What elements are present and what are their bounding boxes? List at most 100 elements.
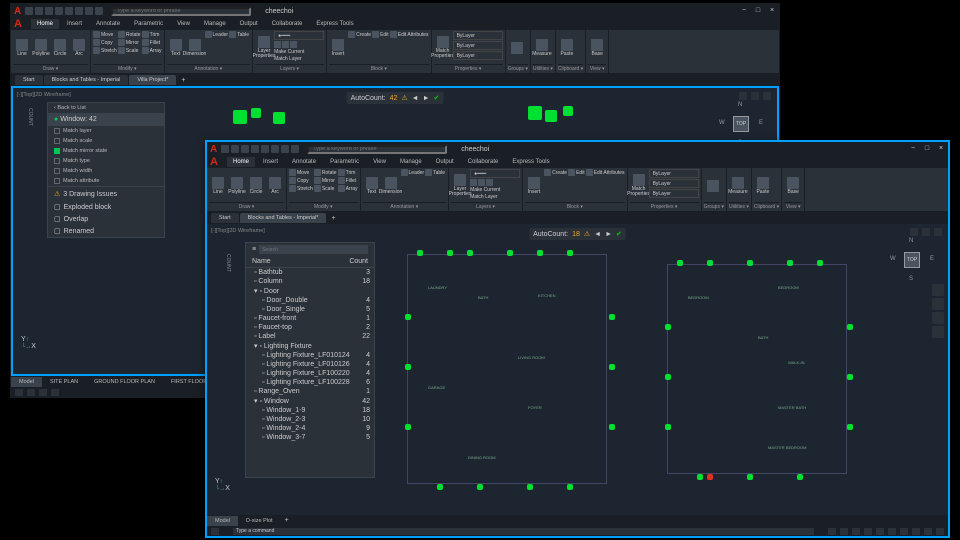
match-option[interactable]: Match type: [48, 156, 164, 166]
autocount-toolbar[interactable]: AutoCount: 18 ⚠ ◄ ► ✔: [529, 228, 626, 240]
tree-row[interactable]: ▫ Column18: [246, 277, 374, 286]
tool-table[interactable]: Table: [229, 31, 249, 38]
quick-access-toolbar[interactable]: [25, 7, 103, 15]
app-logo-icon[interactable]: A: [210, 156, 222, 168]
tool-edit attributes[interactable]: Edit Attributes: [390, 31, 429, 38]
panel-view[interactable]: View ▾: [588, 64, 606, 72]
tool-edit[interactable]: Edit: [568, 169, 585, 176]
prev-icon[interactable]: ◄: [594, 231, 601, 238]
match-option[interactable]: Match width: [48, 166, 164, 176]
statusbar[interactable]: Type a command: [207, 526, 948, 536]
tool-match properties[interactable]: Match Properties: [434, 31, 452, 64]
tree-row[interactable]: ▫ Lighting Fixture_LF1002286: [246, 378, 374, 387]
prev-icon[interactable]: ◄: [412, 95, 419, 102]
tree-row[interactable]: ▫ Faucet-front1: [246, 314, 374, 323]
panel-utilities[interactable]: Utilities ▾: [729, 202, 749, 210]
coord-icon[interactable]: [211, 528, 219, 535]
accept-icon[interactable]: ✔: [434, 94, 440, 102]
layout-model[interactable]: Model: [207, 516, 238, 526]
viewcube[interactable]: N S E W TOP: [894, 242, 930, 278]
panel-groups[interactable]: Groups ▾: [508, 64, 528, 72]
tool-group[interactable]: [704, 169, 722, 202]
issues-header[interactable]: ⚠3 Drawing Issues: [48, 186, 164, 201]
user-label[interactable]: cheechoi: [461, 146, 489, 153]
tool-create[interactable]: Create: [348, 31, 371, 38]
tool-measure[interactable]: Measure: [729, 169, 747, 202]
tool-circle[interactable]: Circle: [247, 169, 265, 202]
tool-move[interactable]: Move: [289, 169, 313, 176]
layout-tab[interactable]: SITE PLAN: [42, 377, 86, 387]
filter-icon[interactable]: ≡: [252, 246, 256, 253]
panel-clipboard[interactable]: Clipboard ▾: [558, 64, 583, 72]
tab-manage[interactable]: Manage: [394, 157, 428, 167]
tool-text[interactable]: Text: [167, 31, 185, 64]
tool-polyline[interactable]: Polyline: [32, 31, 50, 64]
panel-draw[interactable]: Draw ▾: [13, 64, 88, 72]
tool-layer properties[interactable]: Layer Properties: [255, 31, 273, 64]
panel-modify[interactable]: Modify ▾: [93, 64, 162, 72]
view-label[interactable]: [-][Top][2D Wireframe]: [17, 92, 71, 98]
tree-row[interactable]: ▫ Range_Oven1: [246, 387, 374, 396]
viewcube[interactable]: N S E W TOP: [723, 106, 759, 142]
warning-icon[interactable]: ⚠: [401, 94, 407, 102]
issue-row[interactable]: ▢Overlap: [48, 213, 164, 225]
layout-tab[interactable]: GROUND FLOOR PLAN: [86, 377, 163, 387]
panel-block[interactable]: Block ▾: [329, 64, 429, 72]
tool-table[interactable]: Table: [425, 169, 445, 176]
file-tabs[interactable]: Start Blocks and Tables - Imperial Villa…: [11, 74, 779, 86]
ucs-icon[interactable]: Y↑└→X: [215, 478, 230, 492]
back-to-list[interactable]: ‹ Back to List: [48, 103, 164, 113]
viewport-controls[interactable]: [739, 92, 771, 100]
tool-fillet[interactable]: Fillet: [338, 177, 358, 184]
user-label[interactable]: cheechoi: [265, 8, 293, 15]
tree-row[interactable]: ▾ ▫ Door: [246, 286, 374, 296]
tree-row[interactable]: ▫ Window_3-75: [246, 433, 374, 442]
tool-leader[interactable]: Leader: [205, 31, 229, 38]
tool-paste[interactable]: Paste: [558, 31, 576, 64]
add-tab-icon[interactable]: +: [181, 77, 185, 84]
tree-row[interactable]: ▫ Lighting Fixture_LF1002204: [246, 369, 374, 378]
tool-fillet[interactable]: Fillet: [142, 39, 162, 46]
tool-stretch[interactable]: Stretch: [93, 47, 117, 54]
tool-match properties[interactable]: Match Properties: [630, 169, 648, 202]
tab-view[interactable]: View: [171, 19, 196, 29]
match-option[interactable]: Match mirror state: [48, 146, 164, 156]
issue-row[interactable]: ▢Exploded block: [48, 201, 164, 213]
panel-annotation[interactable]: Annotation ▾: [363, 202, 447, 210]
ribbon-tabs[interactable]: Home Insert Annotate Parametric View Man…: [207, 156, 948, 168]
tool-stretch[interactable]: Stretch: [289, 185, 313, 192]
view-label[interactable]: [-][Top][2D Wireframe]: [211, 228, 265, 234]
bylayer-dropdown[interactable]: ByLayer: [453, 31, 503, 40]
tab-output[interactable]: Output: [430, 157, 460, 167]
file-tabs[interactable]: Start Blocks and Tables - Imperial* +: [207, 212, 948, 224]
viewport-controls[interactable]: [910, 228, 942, 236]
tool-paste[interactable]: Paste: [754, 169, 772, 202]
drawing-viewport[interactable]: [-][Top][2D Wireframe] AutoCount: 18 ⚠ ◄…: [207, 224, 948, 516]
nav-bar[interactable]: [932, 284, 944, 340]
tab-manage[interactable]: Manage: [198, 19, 232, 29]
add-tab-icon[interactable]: +: [331, 215, 335, 222]
tool-line[interactable]: Line: [13, 31, 31, 64]
bylayer-dropdown[interactable]: ByLayer: [649, 179, 699, 188]
tool-array[interactable]: Array: [142, 47, 162, 54]
tab-view[interactable]: View: [367, 157, 392, 167]
panel-layers[interactable]: Layers ▾: [451, 202, 520, 210]
tab-collaborate[interactable]: Collaborate: [266, 19, 309, 29]
search-input[interactable]: [307, 145, 447, 154]
panel-properties[interactable]: Properties ▾: [630, 202, 699, 210]
tool-circle[interactable]: Circle: [51, 31, 69, 64]
tree-row[interactable]: ▫ Window_1-918: [246, 406, 374, 415]
search-input[interactable]: [111, 7, 251, 16]
panel-utilities[interactable]: Utilities ▾: [533, 64, 553, 72]
quick-access-toolbar[interactable]: [221, 145, 299, 153]
tool-edit attributes[interactable]: Edit Attributes: [586, 169, 625, 176]
tool-dimension[interactable]: Dimension: [382, 169, 400, 202]
tree-row[interactable]: ▫ Door_Single5: [246, 305, 374, 314]
issue-row[interactable]: ▢Renamed: [48, 225, 164, 237]
tab-express[interactable]: Express Tools: [310, 19, 359, 29]
panel-view[interactable]: View ▾: [784, 202, 802, 210]
tool-rotate[interactable]: Rotate: [314, 169, 337, 176]
tool-measure[interactable]: Measure: [533, 31, 551, 64]
panel-groups[interactable]: Groups ▾: [704, 202, 724, 210]
tree-row[interactable]: ▫ Lighting Fixture_LF0101244: [246, 351, 374, 360]
